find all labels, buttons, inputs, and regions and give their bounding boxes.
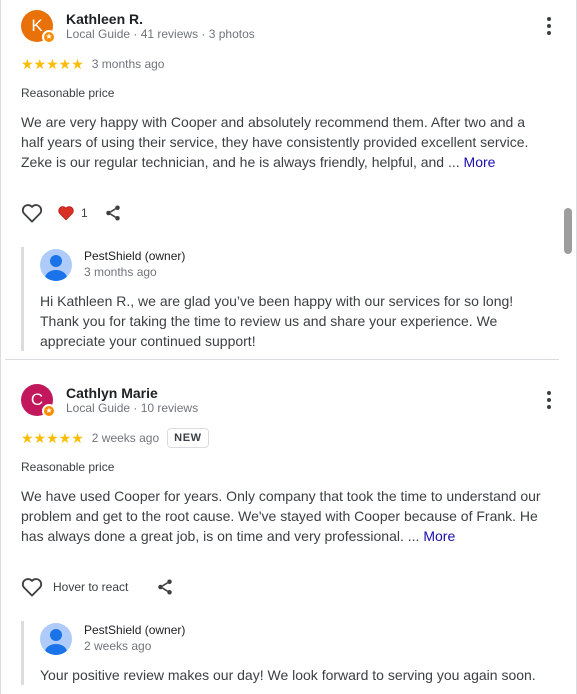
reviewer-meta: Local Guide · 41 reviews · 3 photos xyxy=(66,27,255,41)
review-text: We are very happy with Cooper and absolu… xyxy=(21,112,551,172)
new-badge: NEW xyxy=(167,428,209,448)
avatar-letter: K xyxy=(31,16,43,35)
rating-row: ★★★★★ 3 months ago xyxy=(21,54,551,74)
more-link[interactable]: More xyxy=(423,528,455,544)
review-text: We have used Cooper for years. Only comp… xyxy=(21,486,551,546)
owner-reply-header: PestShield (owner) 3 months ago xyxy=(40,247,551,287)
review-date: 3 months ago xyxy=(91,57,165,71)
owner-reply-date: 2 weeks ago xyxy=(84,639,152,653)
avatar[interactable]: C ★ xyxy=(21,384,56,418)
owner-reply: PestShield (owner) 2 weeks ago Your posi… xyxy=(21,621,551,685)
heart-outline-icon xyxy=(21,204,43,223)
reactions-summary[interactable]: 1 xyxy=(57,205,88,221)
heart-outline-icon xyxy=(21,578,43,597)
person-icon xyxy=(45,255,67,281)
share-button[interactable] xyxy=(104,204,122,222)
owner-reply: PestShield (owner) 3 months ago Hi Kathl… xyxy=(21,247,551,351)
more-options-icon[interactable] xyxy=(539,14,559,38)
star-rating: ★★★★★ xyxy=(21,429,84,446)
local-guide-badge-icon: ★ xyxy=(42,404,56,418)
reviewer-name[interactable]: Kathleen R. xyxy=(66,11,143,27)
review-divider xyxy=(5,359,559,360)
owner-reply-text: Hi Kathleen R., we are glad you’ve been … xyxy=(40,293,514,349)
review-tag: Reasonable price xyxy=(21,86,115,100)
like-button[interactable] xyxy=(21,203,43,223)
more-options-icon[interactable] xyxy=(539,388,559,412)
review-actions: 1 xyxy=(21,201,551,225)
scrollbar[interactable] xyxy=(564,200,572,260)
person-icon xyxy=(45,629,67,655)
reaction-count: 1 xyxy=(81,206,88,220)
owner-avatar xyxy=(40,623,72,655)
review-body: We have used Cooper for years. Only comp… xyxy=(21,488,541,544)
review-tag: Reasonable price xyxy=(21,460,115,474)
owner-avatar xyxy=(40,249,72,281)
local-guide-badge-icon: ★ xyxy=(42,30,56,44)
avatar[interactable]: K ★ xyxy=(21,10,56,44)
review-actions: Hover to react xyxy=(21,575,551,599)
review-body: We are very happy with Cooper and absolu… xyxy=(21,114,529,170)
reviewer-name[interactable]: Cathlyn Marie xyxy=(66,385,158,401)
share-button[interactable] xyxy=(156,578,174,596)
heart-filled-icon xyxy=(58,206,74,221)
owner-name: PestShield (owner) xyxy=(84,249,186,263)
review-card: K ★ Kathleen R. Local Guide · 41 reviews… xyxy=(21,10,551,351)
avatar-letter: C xyxy=(30,390,44,409)
review-header: C ★ Cathlyn Marie Local Guide · 10 revie… xyxy=(21,384,551,418)
owner-reply-date: 3 months ago xyxy=(84,265,157,279)
reviewer-meta: Local Guide · 10 reviews xyxy=(66,401,199,415)
owner-reply-header: PestShield (owner) 2 weeks ago xyxy=(40,621,551,661)
review-header: K ★ Kathleen R. Local Guide · 41 reviews… xyxy=(21,10,551,44)
share-icon xyxy=(105,205,120,221)
scrollbar-thumb[interactable] xyxy=(564,208,572,254)
review-date: 2 weeks ago xyxy=(91,431,160,445)
rating-row: ★★★★★ 2 weeks ago NEW xyxy=(21,428,551,448)
hover-to-react-label: Hover to react xyxy=(53,580,129,594)
owner-reply-text: Your positive review makes our day! We l… xyxy=(40,667,536,683)
review-card: C ★ Cathlyn Marie Local Guide · 10 revie… xyxy=(21,384,551,685)
react-button[interactable]: Hover to react xyxy=(21,577,128,597)
share-icon xyxy=(158,579,173,595)
reviews-panel: K ★ Kathleen R. Local Guide · 41 reviews… xyxy=(0,0,577,694)
star-rating: ★★★★★ xyxy=(21,55,84,72)
more-link[interactable]: More xyxy=(464,154,496,170)
owner-name: PestShield (owner) xyxy=(84,623,186,637)
